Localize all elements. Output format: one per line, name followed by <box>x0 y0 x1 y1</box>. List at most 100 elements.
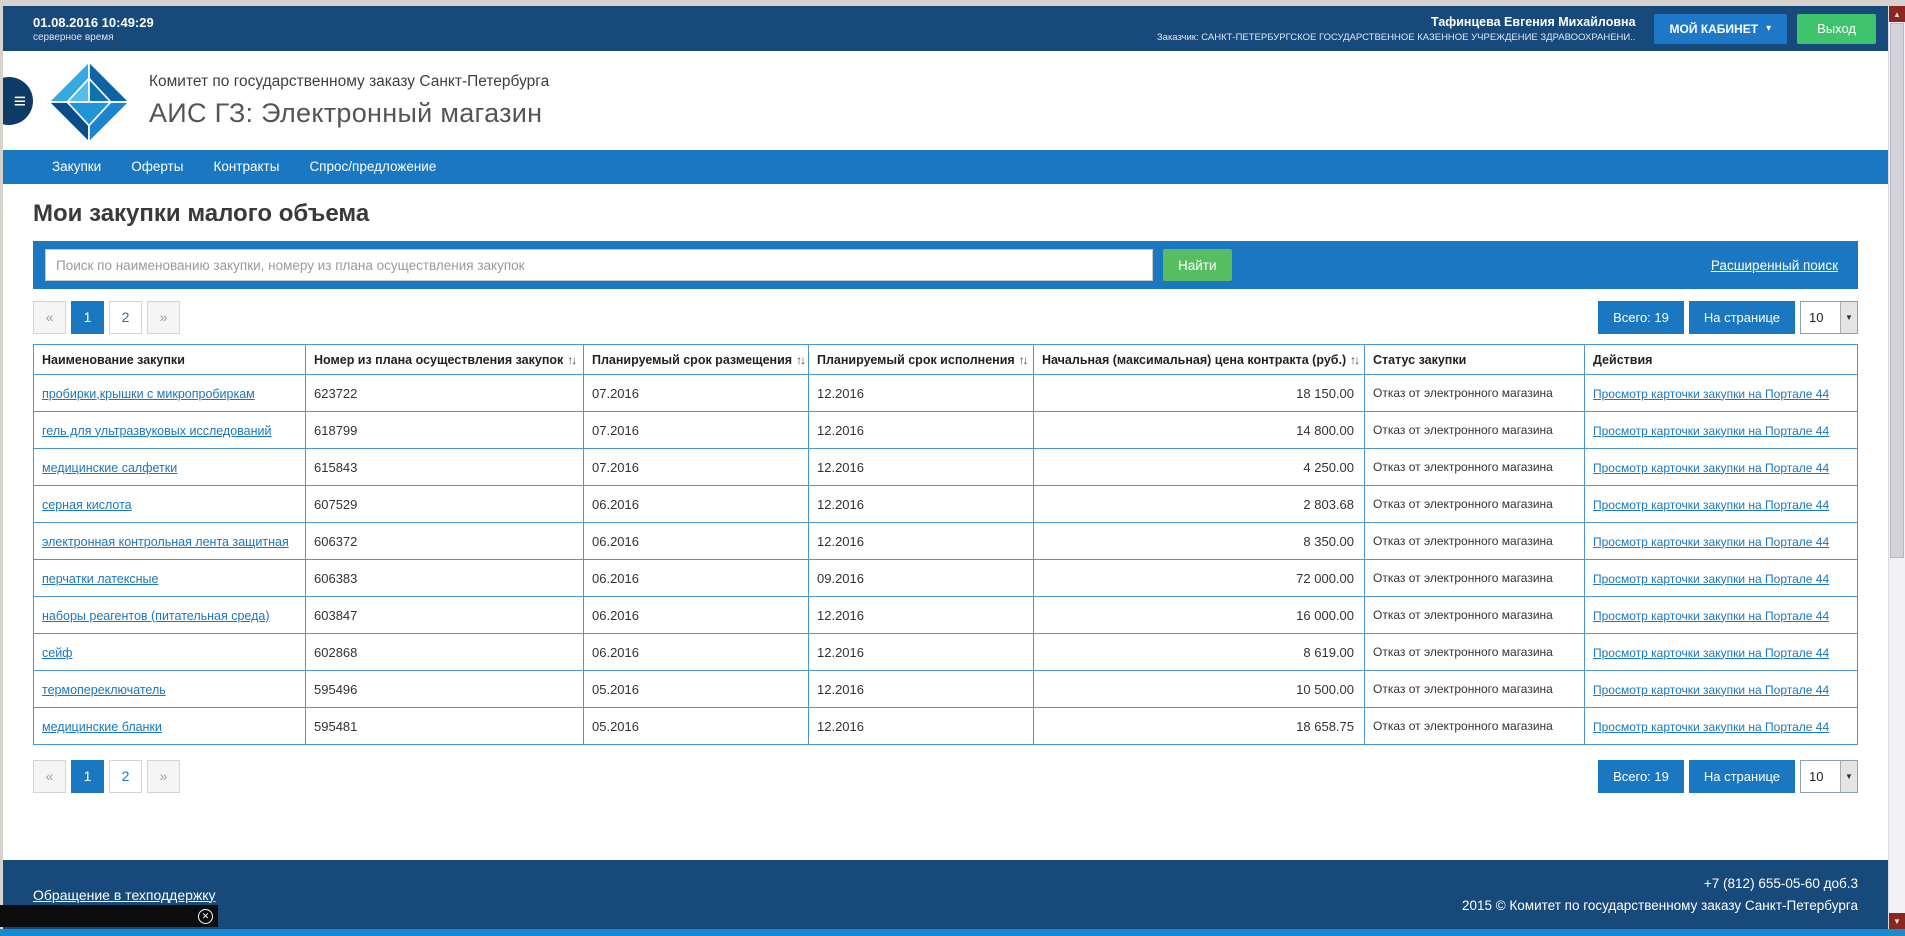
view-card-link[interactable]: Просмотр карточки закупки на Портале 44 <box>1593 387 1829 401</box>
sort-icon[interactable]: ↑↓ <box>1019 353 1029 367</box>
purchase-name-link[interactable]: пробирки,крышки с микропробиркам <box>42 387 255 401</box>
purchase-name-link[interactable]: перчатки латексные <box>42 572 158 586</box>
table-row: серная кислота 607529 06.2016 12.2016 2 … <box>33 485 1858 523</box>
nav-item-purchases[interactable]: Закупки <box>37 150 116 184</box>
col-actions: Действия <box>1584 344 1858 375</box>
view-card-link[interactable]: Просмотр карточки закупки на Портале 44 <box>1593 609 1829 623</box>
page-last-button[interactable]: » <box>147 760 180 793</box>
purchase-name-link[interactable]: термопереключатель <box>42 683 166 697</box>
sort-icon[interactable]: ↑↓ <box>1350 353 1360 367</box>
sort-icon[interactable]: ↑↓ <box>796 353 806 367</box>
status-cell: Отказ от электронного магазина <box>1364 596 1585 634</box>
scroll-down-button[interactable]: ▼ <box>1889 913 1905 929</box>
site-header: ≡ Комитет по государственному заказу Сан… <box>3 51 1888 150</box>
plan-number-cell: 607529 <box>305 485 584 523</box>
placement-date-cell: 07.2016 <box>583 448 809 486</box>
page-1-button[interactable]: 1 <box>71 760 104 793</box>
top-bar-right: Тафинцева Евгения Михайловна Заказчик: С… <box>1156 13 1880 44</box>
execution-date-cell: 12.2016 <box>808 633 1034 671</box>
page-first-button[interactable]: « <box>33 301 66 334</box>
menu-button[interactable]: ≡ <box>3 77 33 125</box>
purchase-name-link[interactable]: наборы реагентов (питательная среда) <box>42 609 270 623</box>
nav-item-contracts[interactable]: Контракты <box>198 150 294 184</box>
top-bar: 01.08.2016 10:49:29 серверное время Тафи… <box>3 6 1888 51</box>
per-page-select[interactable]: 10 ▼ <box>1800 301 1858 334</box>
page-2-button[interactable]: 2 <box>109 301 142 334</box>
table-row: термопереключатель 595496 05.2016 12.201… <box>33 670 1858 708</box>
footer-copyright: 2015 © Комитет по государственному заказ… <box>1461 897 1858 913</box>
support-link[interactable]: Обращение в техподдержку <box>33 887 216 903</box>
site-footer: Обращение в техподдержку +7 (812) 655-05… <box>3 860 1888 929</box>
execution-date-cell: 12.2016 <box>808 707 1034 745</box>
purchase-name-link[interactable]: серная кислота <box>42 498 132 512</box>
main-nav: Закупки Оферты Контракты Спрос/предложен… <box>3 150 1888 184</box>
execution-date-cell: 12.2016 <box>808 596 1034 634</box>
total-count-badge: Всего: 19 <box>1598 301 1684 334</box>
logout-button[interactable]: Выход <box>1797 13 1876 44</box>
price-cell: 4 250.00 <box>1033 448 1365 486</box>
per-page-label: На странице <box>1688 760 1795 793</box>
purchase-name-link[interactable]: электронная контрольная лента защитная <box>42 535 289 549</box>
plan-number-cell: 603847 <box>305 596 584 634</box>
per-page-select[interactable]: 10 ▼ <box>1800 760 1858 793</box>
view-card-link[interactable]: Просмотр карточки закупки на Портале 44 <box>1593 572 1829 586</box>
scrollbar-thumb[interactable] <box>1890 23 1904 559</box>
server-time-label: серверное время <box>33 31 114 43</box>
toolbar-top-right: Всего: 19 На странице 10 ▼ <box>1598 301 1858 334</box>
view-card-link[interactable]: Просмотр карточки закупки на Портале 44 <box>1593 535 1829 549</box>
col-plan-number: Номер из плана осуществления закупок ↑↓ <box>305 344 584 375</box>
page-2-button[interactable]: 2 <box>109 760 142 793</box>
purchase-name-link[interactable]: сейф <box>42 646 72 660</box>
my-cabinet-button[interactable]: МОЙ КАБИНЕТ ▾ <box>1653 13 1788 44</box>
browser-status-bar: ✕ <box>0 905 218 927</box>
pagination-bottom: « 1 2 » <box>33 760 180 793</box>
toolbar-bottom: « 1 2 » Всего: 19 На странице 10 ▼ <box>33 760 1858 793</box>
footer-contacts: +7 (812) 655-05-60 доб.3 2015 © Комитет … <box>1462 873 1858 916</box>
placement-date-cell: 06.2016 <box>583 559 809 597</box>
col-price: Начальная (максимальная) цена контракта … <box>1033 344 1365 375</box>
search-input[interactable] <box>45 249 1153 281</box>
purchase-name-link[interactable]: медицинские бланки <box>42 720 162 734</box>
server-datetime: 01.08.2016 10:49:29 <box>33 14 154 30</box>
view-card-link[interactable]: Просмотр карточки закупки на Портале 44 <box>1593 424 1829 438</box>
page-first-button[interactable]: « <box>33 760 66 793</box>
table-body: пробирки,крышки с микропробиркам 623722 … <box>33 374 1858 745</box>
vertical-scrollbar[interactable]: ▲ ▼ <box>1888 6 1905 929</box>
view-card-link[interactable]: Просмотр карточки закупки на Портале 44 <box>1593 683 1829 697</box>
app-title: АИС ГЗ: Электронный магазин <box>149 98 543 128</box>
page-last-button[interactable]: » <box>147 301 180 334</box>
table-row: перчатки латексные 606383 06.2016 09.201… <box>33 559 1858 597</box>
scroll-up-button[interactable]: ▲ <box>1889 6 1905 22</box>
price-cell: 14 800.00 <box>1033 411 1365 449</box>
col-execution-date: Планируемый срок исполнения ↑↓ <box>808 344 1034 375</box>
view-card-link[interactable]: Просмотр карточки закупки на Портале 44 <box>1593 646 1829 660</box>
purchase-name-link[interactable]: медицинские салфетки <box>42 461 177 475</box>
main-content: Мои закупки малого объема Найти Расширен… <box>3 184 1888 860</box>
execution-date-cell: 12.2016 <box>808 374 1034 412</box>
customer-label: Заказчик: САНКТ-ПЕТЕРБУРГСКОЕ ГОСУДАРСТВ… <box>1156 31 1636 43</box>
view-card-link[interactable]: Просмотр карточки закупки на Портале 44 <box>1593 498 1829 512</box>
purchase-name-link[interactable]: гель для ультразвуковых исследований <box>42 424 272 438</box>
plan-number-cell: 623722 <box>305 374 584 412</box>
logo-text: Комитет по государственному заказу Санкт… <box>149 73 549 129</box>
view-card-link[interactable]: Просмотр карточки закупки на Портале 44 <box>1593 461 1829 475</box>
plan-number-cell: 606372 <box>305 522 584 560</box>
view-card-link[interactable]: Просмотр карточки закупки на Портале 44 <box>1593 720 1829 734</box>
table-row: сейф 602868 06.2016 12.2016 8 619.00 Отк… <box>33 633 1858 671</box>
toolbar-top: « 1 2 » Всего: 19 На странице 10 ▼ <box>33 301 1858 334</box>
placement-date-cell: 06.2016 <box>583 596 809 634</box>
page-1-button[interactable]: 1 <box>71 301 104 334</box>
nav-item-demand[interactable]: Спрос/предложение <box>294 150 451 184</box>
chevron-down-icon: ▾ <box>1766 23 1772 34</box>
status-cell: Отказ от электронного магазина <box>1364 633 1585 671</box>
pagination-top: « 1 2 » <box>33 301 180 334</box>
advanced-search-link[interactable]: Расширенный поиск <box>1711 258 1838 273</box>
sort-icon[interactable]: ↑↓ <box>567 353 577 367</box>
search-button[interactable]: Найти <box>1163 249 1232 281</box>
page-title: Мои закупки малого объема <box>33 200 370 227</box>
nav-item-offers[interactable]: Оферты <box>116 150 198 184</box>
execution-date-cell: 12.2016 <box>808 670 1034 708</box>
close-icon[interactable]: ✕ <box>198 908 213 924</box>
execution-date-cell: 12.2016 <box>808 485 1034 523</box>
status-cell: Отказ от электронного магазина <box>1364 448 1585 486</box>
